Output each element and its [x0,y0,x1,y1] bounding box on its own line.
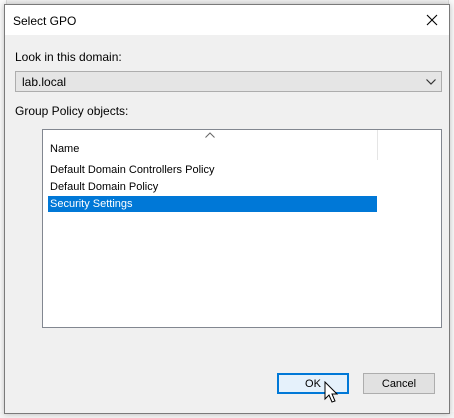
arrow-cursor-icon [324,381,339,403]
gpo-listview[interactable]: Name Default Domain Controllers Policy D… [42,129,442,328]
cancel-button[interactable]: Cancel [363,373,435,394]
list-item-selected[interactable]: Security Settings [48,196,377,212]
dialog-titlebar: Select GPO [5,5,449,35]
list-item[interactable]: Default Domain Policy [48,179,377,195]
dialog-title: Select GPO [13,14,77,28]
column-header-label: Name [50,143,80,155]
list-item-label: Security Settings [50,198,133,210]
list-item-label: Default Domain Controllers Policy [50,164,215,176]
domain-select[interactable]: lab.local [15,71,442,92]
domain-select-value: lab.local [22,75,67,89]
listview-header: Name [43,130,441,160]
select-gpo-dialog: Select GPO Look in this domain: lab.loca… [4,4,450,414]
close-button[interactable] [415,5,449,35]
sort-ascending-icon [205,132,215,138]
gpo-list-label: Group Policy objects: [15,104,129,118]
column-header-name[interactable]: Name [43,130,378,160]
chevron-down-icon [424,75,438,89]
cancel-button-label: Cancel [381,377,417,390]
domain-label: Look in this domain: [15,50,122,64]
close-icon [426,14,438,26]
list-item-label: Default Domain Policy [50,181,159,193]
list-item[interactable]: Default Domain Controllers Policy [48,162,377,178]
ok-button-label: OK [305,377,321,390]
